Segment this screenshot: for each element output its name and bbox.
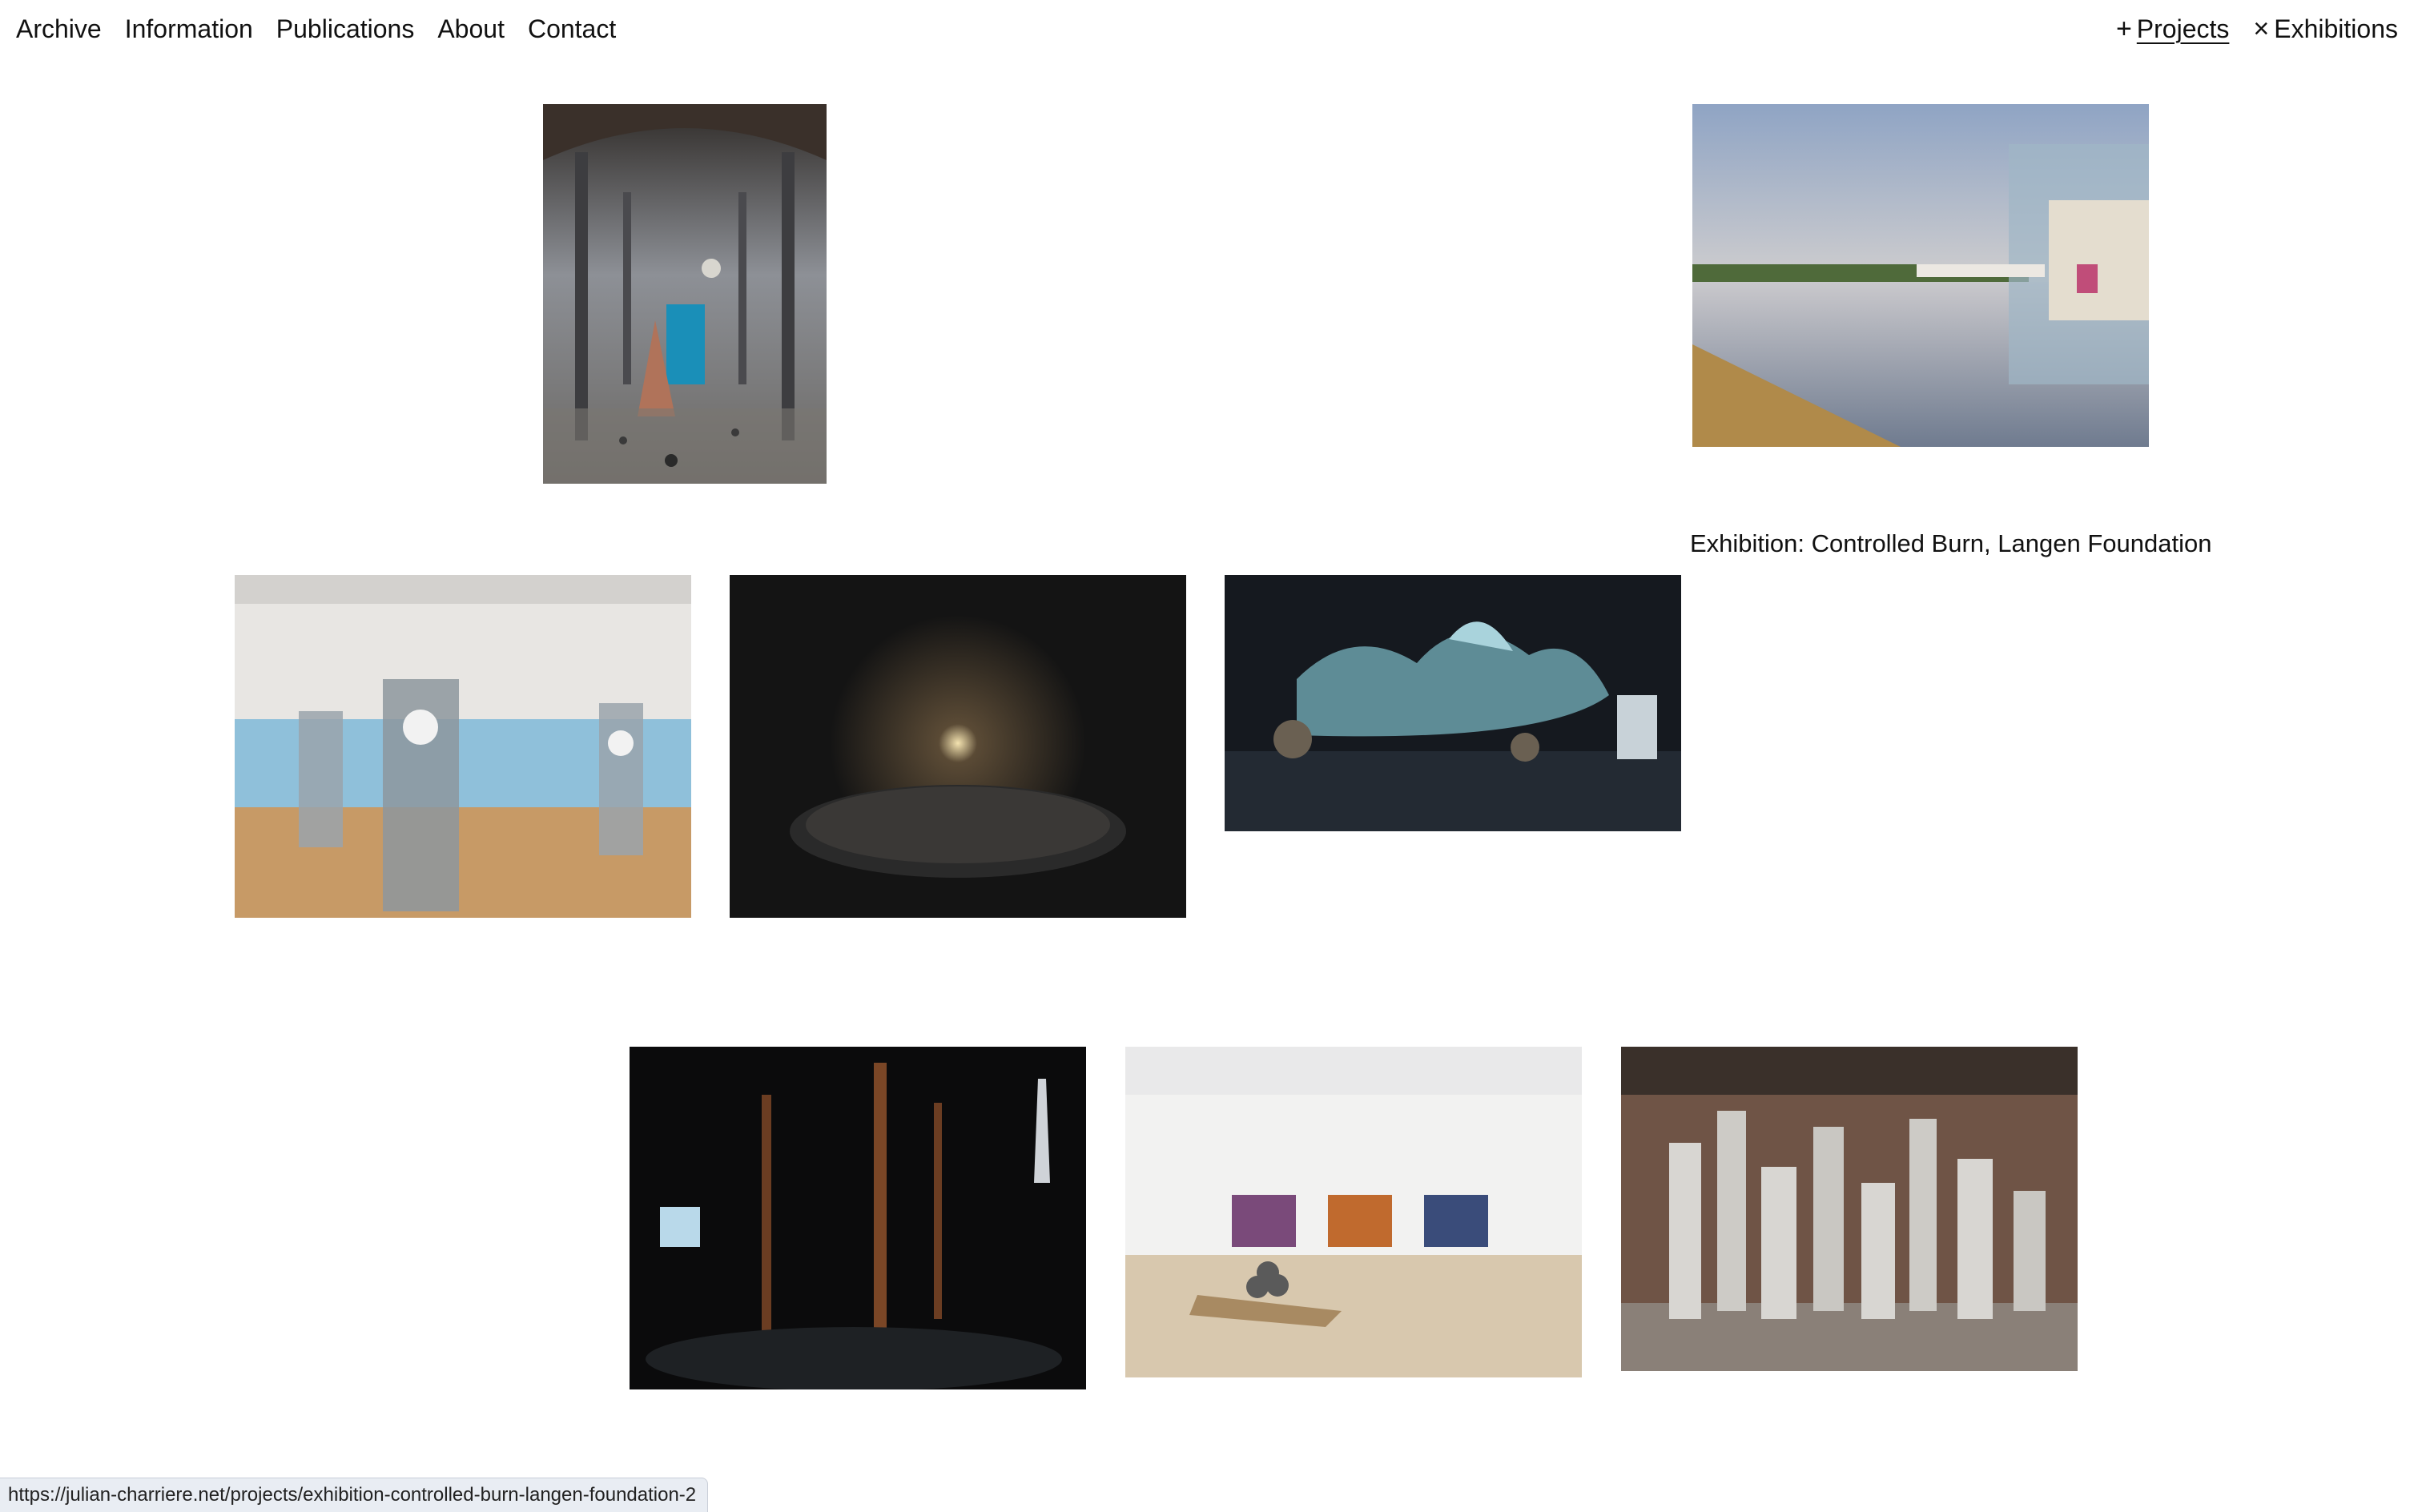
main-nav: Archive Information Publications About C… xyxy=(16,11,616,46)
filter-projects-label: Projects xyxy=(2136,14,2230,43)
project-thumbnail-hall[interactable] xyxy=(543,104,827,484)
nav-information[interactable]: Information xyxy=(125,11,253,46)
plus-icon: + xyxy=(2115,14,2132,44)
filter-exhibitions-label: Exhibitions xyxy=(2274,14,2398,43)
project-thumbnail-dark-flame[interactable] xyxy=(730,575,1186,918)
close-icon: × xyxy=(2253,14,2270,44)
vitrines-gallery-image xyxy=(235,575,691,918)
dark-flame-image xyxy=(730,575,1186,918)
iceberg-projection-image xyxy=(1225,575,1681,831)
hover-caption: Exhibition: Controlled Burn, Langen Foun… xyxy=(1690,529,2212,557)
nav-archive[interactable]: Archive xyxy=(16,11,102,46)
nav-publications[interactable]: Publications xyxy=(276,11,415,46)
project-thumbnail-brick-hall[interactable] xyxy=(1621,1047,2078,1371)
nav-contact[interactable]: Contact xyxy=(528,11,616,46)
white-gallery-image xyxy=(1125,1047,1582,1377)
project-thumbnail-vitrines[interactable] xyxy=(235,575,691,918)
project-thumbnail-langen-foundation[interactable] xyxy=(1692,104,2149,447)
filter-exhibitions[interactable]: × Exhibitions xyxy=(2253,11,2398,46)
project-thumbnail-iceberg[interactable] xyxy=(1225,575,1681,831)
filter-nav: + Projects × Exhibitions xyxy=(2116,11,2398,46)
dark-columns-image xyxy=(630,1047,1086,1389)
project-thumbnail-white-gallery[interactable] xyxy=(1125,1047,1582,1377)
langen-foundation-image xyxy=(1692,104,2149,447)
nav-about[interactable]: About xyxy=(437,11,505,46)
project-thumbnail-dark-columns[interactable] xyxy=(630,1047,1086,1389)
link-status-bar: https://julian-charriere.net/projects/ex… xyxy=(0,1478,709,1512)
page: Archive Information Publications About C… xyxy=(0,0,2422,1512)
exhibition-hall-image xyxy=(543,104,827,484)
filter-projects[interactable]: + Projects xyxy=(2116,11,2229,46)
brick-hall-image xyxy=(1621,1047,2078,1371)
